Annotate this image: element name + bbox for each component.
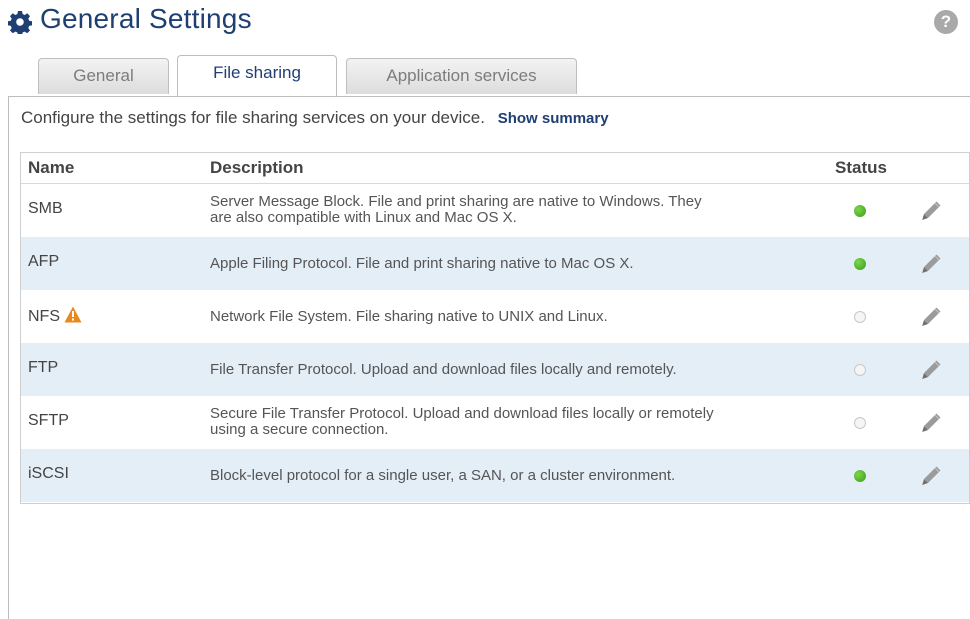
column-header-description: Description [210, 158, 304, 177]
description-line: Server Message Block. File and print sha… [210, 193, 702, 210]
service-description: Secure File Transfer Protocol. Upload an… [210, 406, 820, 438]
description-line: Network File System. File sharing native… [210, 308, 608, 325]
status-indicator [854, 258, 866, 270]
service-description: Apple Filing Protocol. File and print sh… [210, 256, 820, 272]
service-name-label: AFP [28, 253, 60, 270]
service-name-label: NFS [28, 308, 60, 325]
service-name-label: iSCSI [28, 465, 69, 482]
tab-file-sharing[interactable]: File sharing [177, 55, 337, 97]
gear-icon [8, 11, 32, 34]
tab-general[interactable]: General [38, 58, 169, 94]
settings-tabs: General File sharing Application service… [0, 55, 970, 97]
column-header-status: Status [835, 158, 887, 177]
description-line: Secure File Transfer Protocol. Upload an… [210, 405, 714, 422]
service-name: iSCSI [28, 465, 69, 483]
table-header: Name Description Status [21, 153, 969, 184]
description-line: using a secure connection. [210, 421, 389, 438]
service-name-label: SFTP [28, 412, 69, 429]
table-row[interactable]: SMB Server Message Block. File and print … [21, 184, 969, 237]
table-row[interactable]: FTP File Transfer Protocol. Upload and do… [21, 343, 969, 396]
table-row[interactable]: AFP Apple Filing Protocol. File and print… [21, 237, 969, 290]
services-table: Name Description Status SMB Server Messag… [20, 152, 970, 504]
show-summary-link[interactable]: Show summary [498, 110, 609, 127]
service-description: File Transfer Protocol. Upload and downl… [210, 362, 820, 378]
service-name: NFS [28, 306, 82, 326]
edit-pencil-icon[interactable] [919, 358, 943, 382]
description-line: Apple Filing Protocol. File and print sh… [210, 255, 634, 272]
status-indicator [854, 205, 866, 217]
service-description: Server Message Block. File and print sha… [210, 194, 820, 226]
status-indicator [854, 364, 866, 376]
edit-pencil-icon[interactable] [919, 252, 943, 276]
edit-pencil-icon[interactable] [919, 199, 943, 223]
service-description: Block-level protocol for a single user, … [210, 468, 820, 484]
intro-text: Configure the settings for file sharing … [21, 108, 485, 127]
help-icon[interactable]: ? [934, 10, 958, 34]
edit-pencil-icon[interactable] [919, 411, 943, 435]
status-indicator [854, 311, 866, 323]
service-description: Network File System. File sharing native… [210, 309, 820, 325]
service-name-label: SMB [28, 200, 63, 217]
table-row[interactable]: iSCSI Block-level protocol for a single u… [21, 449, 969, 502]
service-name-label: FTP [28, 359, 59, 376]
status-indicator [854, 417, 866, 429]
warning-icon [64, 306, 82, 323]
column-header-name: Name [28, 158, 75, 177]
service-name: AFP [28, 253, 59, 271]
service-name: SMB [28, 200, 63, 218]
description-line: Block-level protocol for a single user, … [210, 467, 676, 484]
service-name: FTP [28, 359, 58, 377]
table-row[interactable]: NFS Network File System. File sharing nat… [21, 290, 969, 343]
description-line: File Transfer Protocol. Upload and downl… [210, 361, 677, 378]
edit-pencil-icon[interactable] [919, 305, 943, 329]
tab-application-services[interactable]: Application services [346, 58, 577, 94]
service-name: SFTP [28, 412, 69, 430]
intro-line: Configure the settings for file sharing … [21, 108, 609, 128]
edit-pencil-icon[interactable] [919, 464, 943, 488]
table-row[interactable]: SFTP Secure File Transfer Protocol. Uploa… [21, 396, 969, 449]
page-title: General Settings [40, 3, 252, 34]
page-header: General Settings ? [0, 0, 970, 44]
description-line: are also compatible with Linux and Mac O… [210, 209, 517, 226]
status-indicator [854, 470, 866, 482]
